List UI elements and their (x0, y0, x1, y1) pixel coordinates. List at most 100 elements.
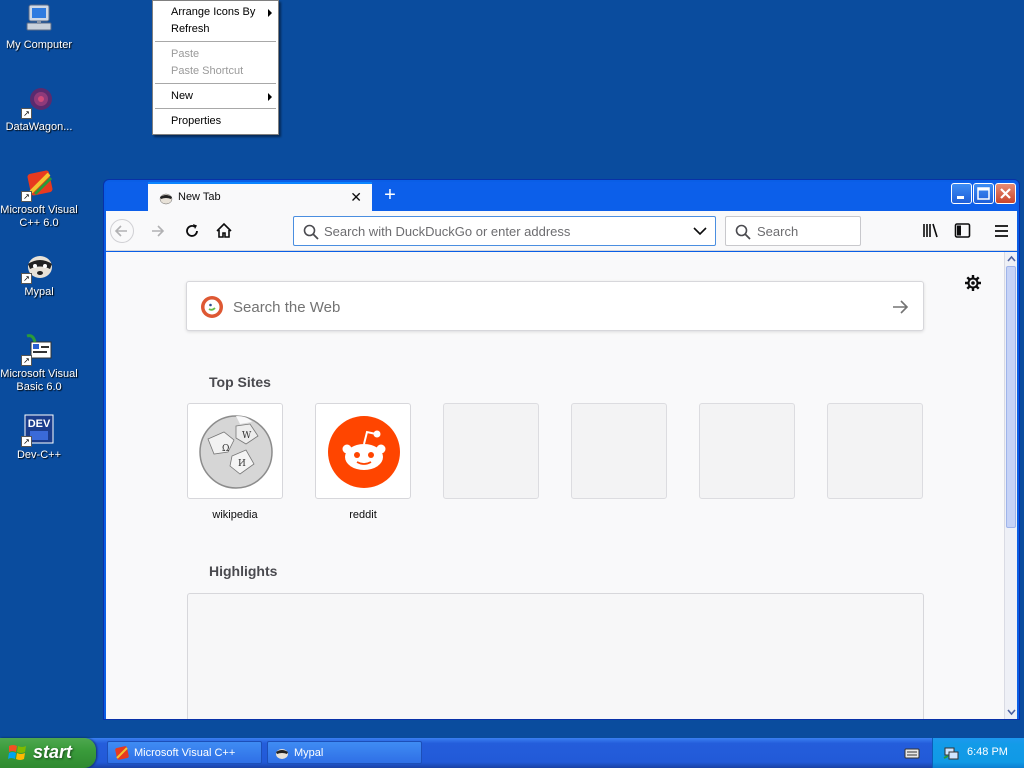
reddit-icon (328, 416, 400, 488)
back-button[interactable] (110, 219, 134, 243)
arrow-right-icon[interactable] (891, 298, 909, 316)
svg-text:W: W (242, 431, 252, 441)
scroll-up-icon[interactable] (1006, 253, 1017, 265)
close-tab-icon[interactable]: ✕ (350, 189, 362, 206)
desktop-icon-my-computer[interactable]: My Computer (0, 3, 78, 52)
svg-text:DEV: DEV (28, 418, 51, 430)
web-search-input[interactable] (233, 297, 873, 317)
sidebar-button[interactable] (953, 221, 973, 241)
start-button[interactable]: start (0, 738, 96, 768)
browser-window: New Tab ✕ + Search with DuckDuckGo or en… (103, 179, 1020, 720)
shortcut-arrow-icon: ↗ (21, 108, 32, 119)
highlights-panel (187, 593, 924, 719)
home-button[interactable] (212, 219, 236, 243)
hamburger-menu-icon (995, 225, 1008, 237)
keyboard-icon[interactable] (904, 746, 920, 760)
search-input[interactable] (757, 223, 853, 240)
mypal-icon: ↗ (21, 250, 55, 284)
mypal-favicon-icon (158, 190, 174, 206)
submenu-arrow-icon (268, 9, 272, 17)
desktop-icon-mypal[interactable]: ↗ Mypal (0, 250, 78, 299)
shortcut-arrow-icon: ↗ (21, 355, 32, 366)
forward-button[interactable] (146, 219, 170, 243)
taskbar: start Microsoft Visual C++ Mypal 6:48 PM (0, 738, 1024, 768)
address-input[interactable] (324, 223, 684, 240)
start-label: start (33, 742, 73, 762)
menu-separator (155, 41, 276, 42)
top-site-tile-empty[interactable] (699, 403, 795, 499)
new-tab-page: Top Sites Ω W И wikipedia (106, 252, 1004, 719)
vertical-scrollbar[interactable] (1004, 252, 1017, 719)
search-bar[interactable] (725, 216, 861, 246)
web-search-box[interactable] (186, 281, 924, 331)
menu-item-label: Paste (171, 48, 200, 60)
menu-button[interactable] (992, 221, 1012, 241)
minimize-button[interactable] (951, 183, 972, 204)
search-icon (303, 224, 319, 240)
network-icon[interactable] (943, 745, 959, 761)
new-tab-button[interactable]: + (379, 183, 401, 207)
mypal-icon (276, 749, 288, 759)
menu-item-label: Arrange Icons By (171, 6, 256, 18)
desktop-icon-visual-basic[interactable]: ↗ Microsoft Visual Basic 6.0 (0, 332, 78, 394)
dev-cpp-icon: DEV ↗ (21, 413, 55, 447)
visual-cpp-icon: ↗ (21, 168, 55, 202)
shortcut-arrow-icon: ↗ (21, 191, 32, 202)
taskbar-button-visual-cpp[interactable]: Microsoft Visual C++ (107, 741, 262, 764)
top-sites-title: Top Sites (209, 374, 271, 390)
menu-item-arrange-icons-by[interactable]: Arrange Icons By (153, 4, 278, 21)
search-icon (735, 224, 751, 240)
maximize-button[interactable] (973, 183, 994, 204)
navigation-toolbar (106, 211, 1017, 251)
scrollbar-thumb[interactable] (1006, 266, 1016, 528)
menu-separator (155, 108, 276, 109)
top-site-label: reddit (349, 509, 377, 521)
duckduckgo-icon (201, 296, 223, 318)
top-site-tile-reddit[interactable] (315, 403, 411, 499)
desktop-icon-label: Dev-C++ (16, 449, 62, 461)
taskbar-button-label: Microsoft Visual C++ (134, 747, 236, 759)
home-icon (216, 222, 232, 238)
desktop-icon-datawagon[interactable]: ↗ DataWagon... (0, 85, 78, 134)
wikipedia-icon: Ω W И (199, 415, 273, 489)
top-site-tile-empty[interactable] (827, 403, 923, 499)
address-bar[interactable] (293, 216, 716, 246)
desktop-icon-label: Microsoft Visual Basic 6.0 (0, 368, 78, 393)
menu-item-refresh[interactable]: Refresh (153, 21, 278, 38)
top-site-label: wikipedia (212, 509, 258, 521)
library-icon (923, 223, 938, 238)
shortcut-arrow-icon: ↗ (21, 436, 32, 447)
menu-item-label: Refresh (171, 23, 210, 35)
desktop-icon-label: My Computer (5, 39, 73, 51)
close-icon (1000, 188, 1011, 199)
desktop-icon-label: Mypal (24, 286, 54, 298)
minimize-icon (957, 196, 964, 199)
top-site-tile-empty[interactable] (443, 403, 539, 499)
windows-flag-icon (8, 745, 26, 760)
visual-basic-icon: ↗ (21, 332, 55, 366)
back-arrow-icon (114, 225, 127, 237)
menu-item-paste-shortcut: Paste Shortcut (153, 63, 278, 80)
menu-item-paste: Paste (153, 46, 278, 63)
taskbar-button-mypal[interactable]: Mypal (267, 741, 422, 764)
top-site-tile-empty[interactable] (571, 403, 667, 499)
desktop-icon-label: Microsoft Visual C++ 6.0 (0, 204, 78, 229)
chevron-down-icon[interactable] (693, 226, 707, 236)
scroll-down-icon[interactable] (1006, 706, 1017, 718)
desktop-icon-visual-cpp[interactable]: ↗ Microsoft Visual C++ 6.0 (0, 168, 78, 230)
clock: 6:48 PM (967, 746, 1008, 758)
top-site-tile-wikipedia[interactable]: Ω W И (187, 403, 283, 499)
library-button[interactable] (921, 221, 941, 241)
tab-new-tab[interactable]: New Tab ✕ (148, 182, 372, 212)
gear-icon[interactable] (963, 273, 983, 293)
my-computer-icon (23, 3, 55, 35)
menu-item-label: New (171, 90, 194, 102)
tab-title: New Tab (178, 191, 221, 203)
sidebar-icon (954, 223, 971, 238)
close-window-button[interactable] (995, 183, 1016, 204)
menu-item-properties[interactable]: Properties (153, 113, 278, 130)
reload-button[interactable] (180, 219, 204, 243)
desktop-icon-dev-cpp[interactable]: DEV ↗ Dev-C++ (0, 413, 78, 462)
forward-arrow-icon (152, 225, 165, 237)
menu-item-new[interactable]: New (153, 88, 278, 105)
